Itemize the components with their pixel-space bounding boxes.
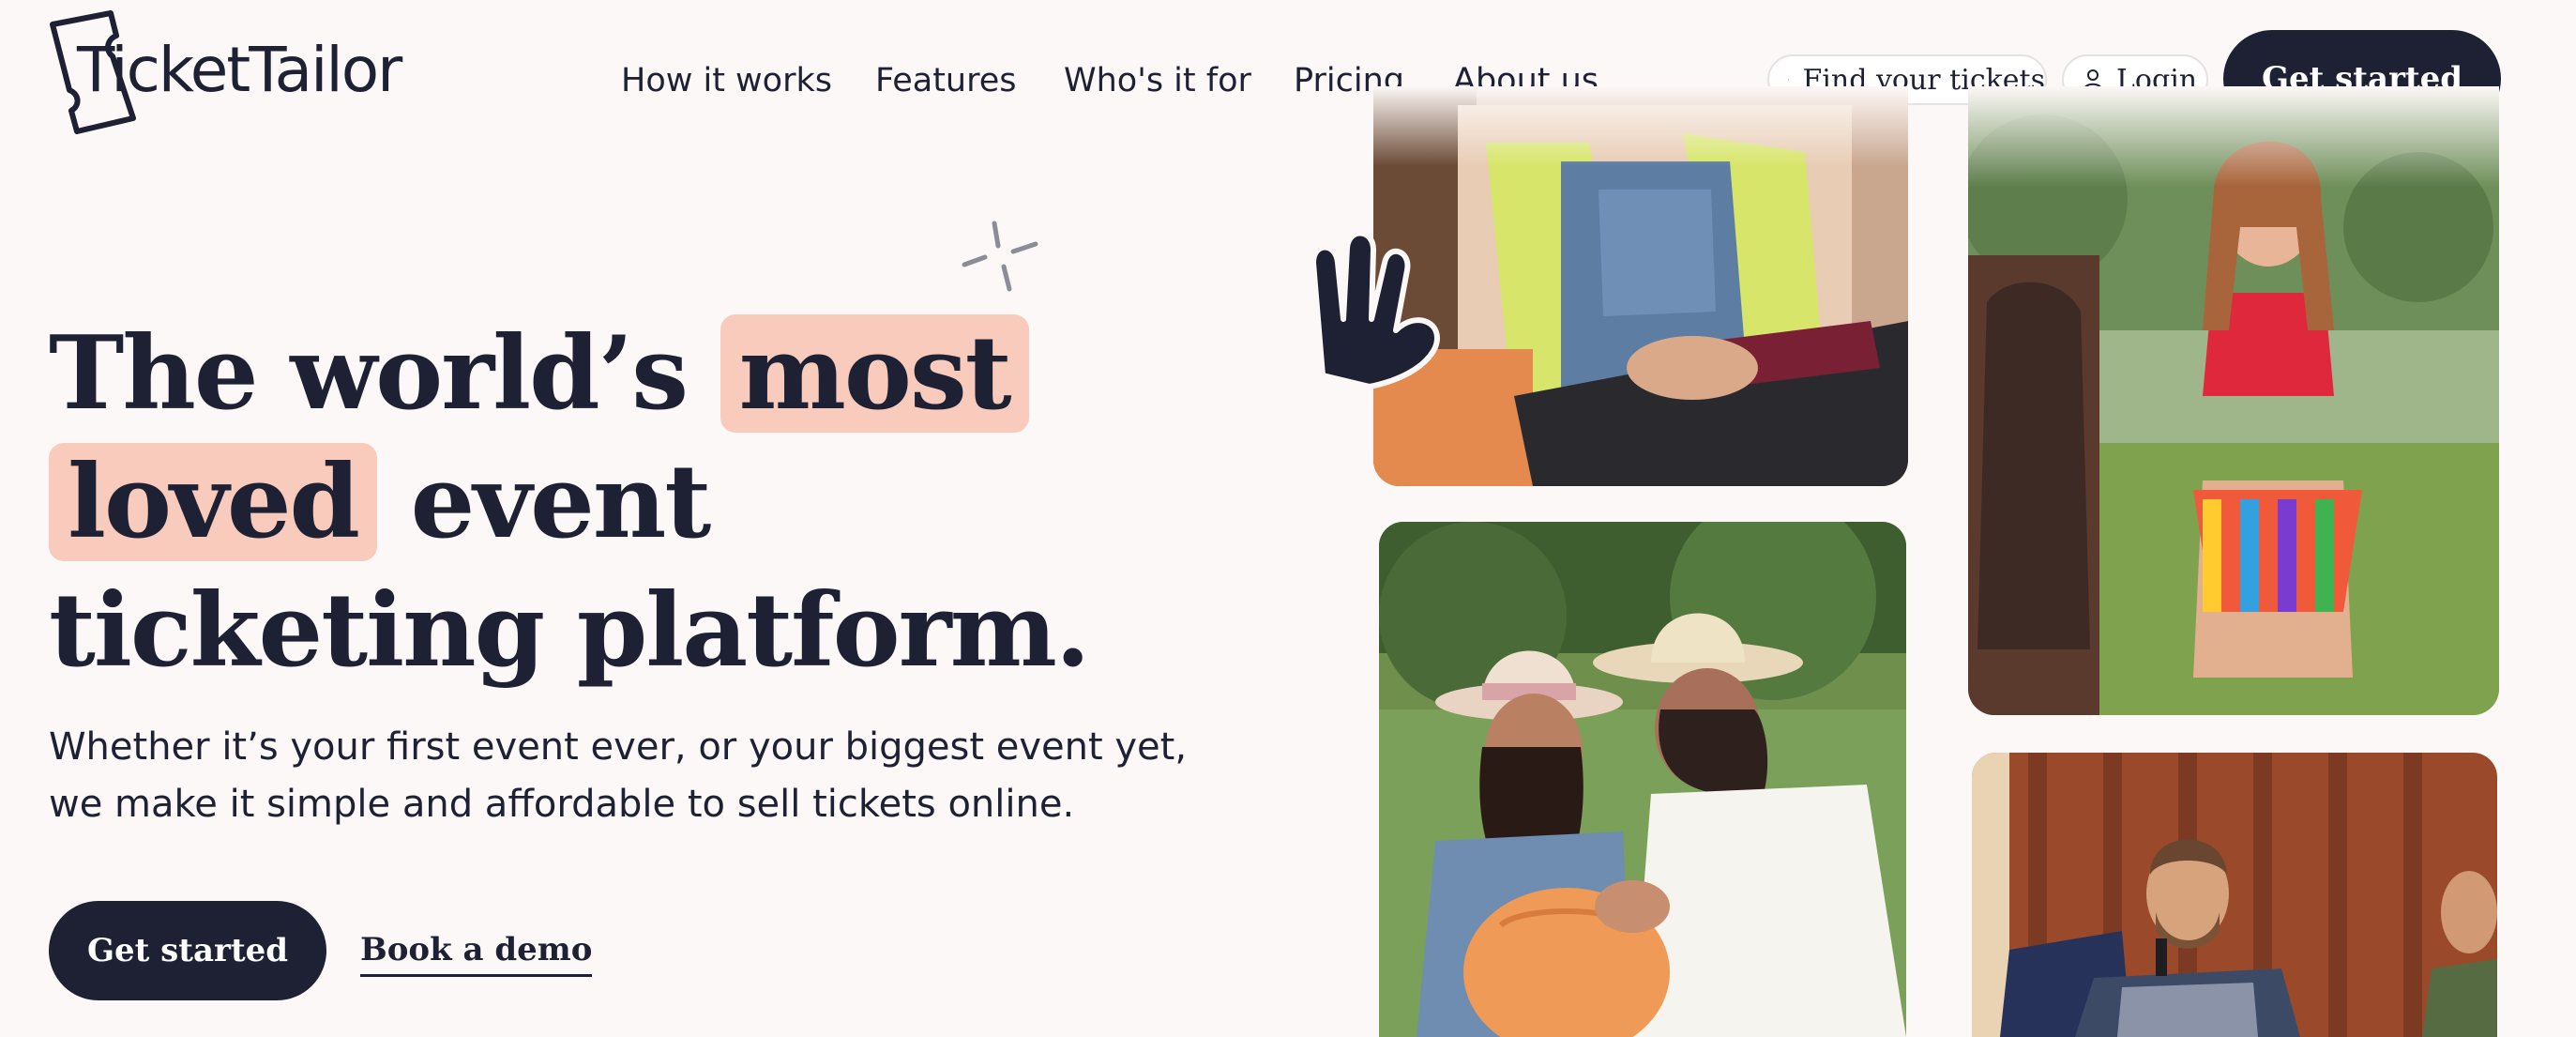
subtext-line-2: we make it simple and affordable to sell… — [49, 783, 1075, 826]
hero-get-started-button[interactable]: Get started — [49, 901, 326, 1000]
photo-volunteer-checkin — [1373, 86, 1908, 486]
photo-garden-pumpkin — [1379, 522, 1906, 1037]
ticket-tailor-logo[interactable]: TicketTailor — [47, 8, 460, 135]
subtext-line-1: Whether it’s your first event ever, or y… — [49, 725, 1188, 769]
ok-hand-icon — [1311, 230, 1440, 389]
photo-panel-speaker — [1972, 753, 2497, 1037]
nav-item-features[interactable]: Features — [875, 54, 1017, 107]
book-demo-link[interactable]: Book a demo — [360, 931, 593, 977]
sparkle-icon — [962, 221, 1038, 292]
headline-highlight-loved: loved — [49, 443, 378, 561]
nav-item-how-it-works[interactable]: How it works — [621, 54, 832, 107]
brand-name: TicketTailor — [77, 34, 402, 106]
headline-highlight-most: most — [720, 314, 1029, 433]
photo-festival-dancers — [1968, 86, 2499, 715]
nav-item-whos-it-for[interactable]: Who's it for — [1064, 54, 1251, 107]
headline-text-2: event — [377, 443, 712, 561]
hero-headline: The world’s most loved event ticketing p… — [49, 310, 1221, 695]
hero-subtext: Whether it’s your first event ever, or y… — [49, 719, 1212, 833]
headline-text-1: The world’s — [49, 314, 720, 433]
headline-text-3: ticketing platform. — [49, 572, 1090, 690]
